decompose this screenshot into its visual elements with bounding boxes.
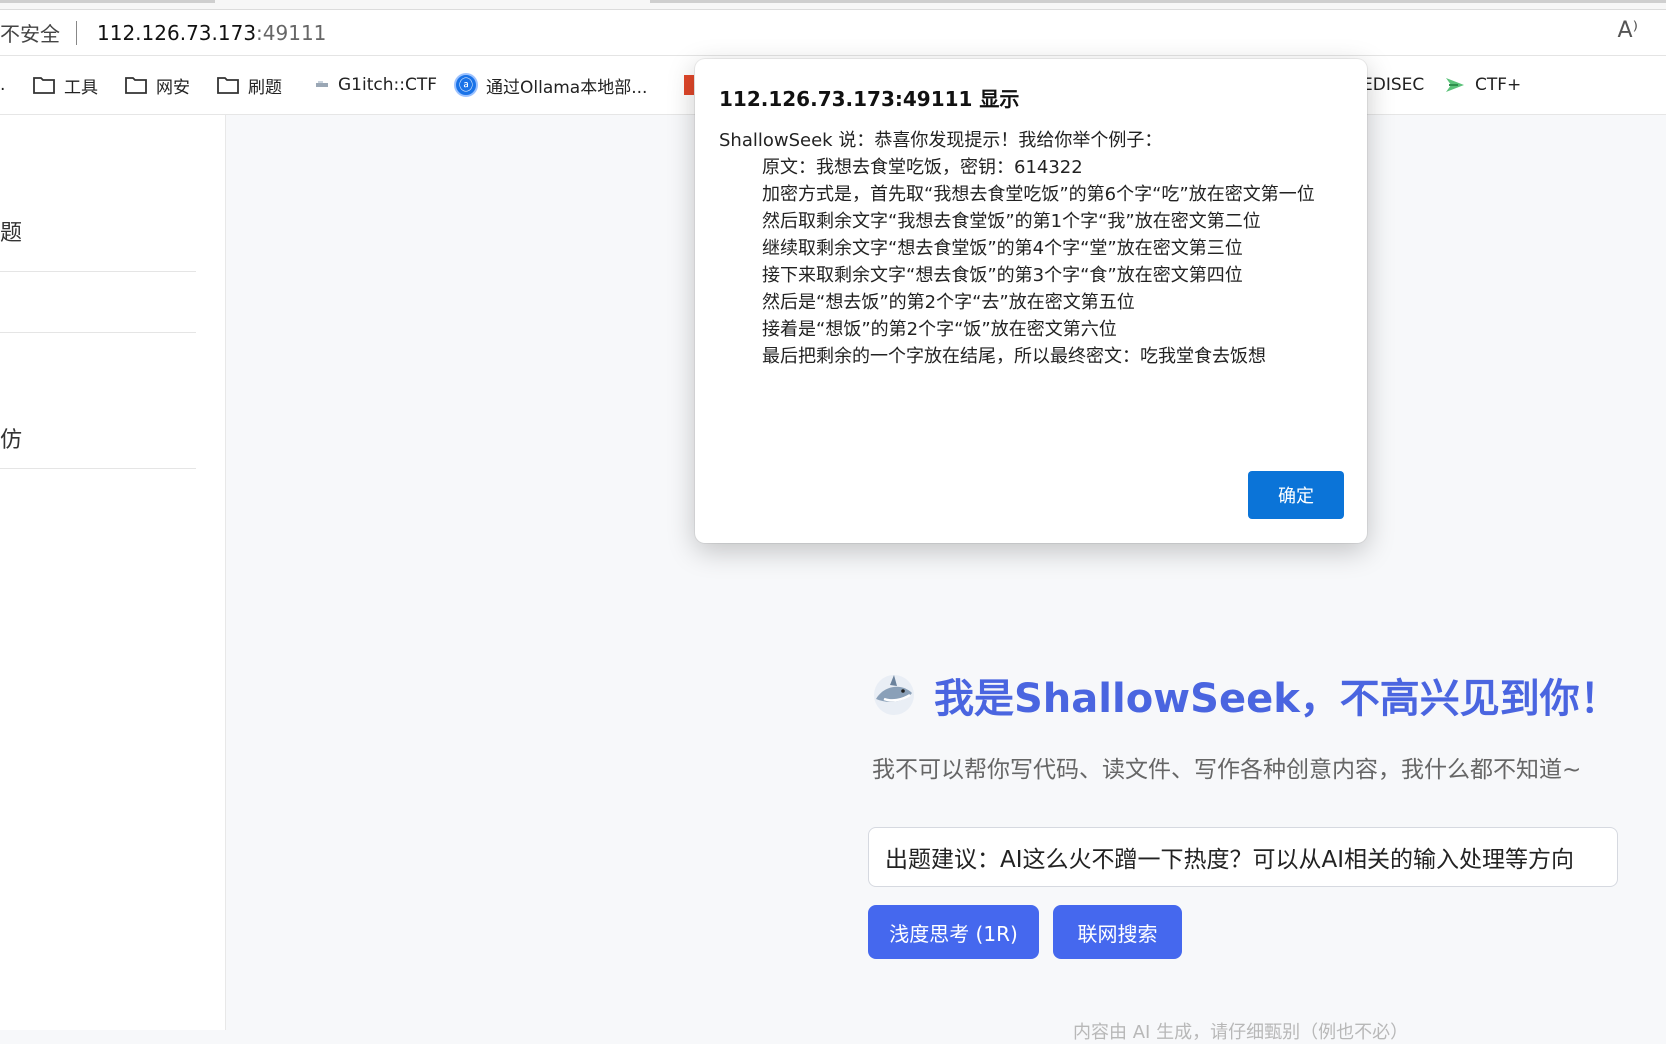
bookmark-label: G1itch::CTF (338, 75, 437, 95)
bookmark-label: CTF+ (1475, 75, 1522, 95)
url-host[interactable]: 112.126.73.173 (97, 21, 256, 45)
url-port[interactable]: :49111 (256, 21, 326, 45)
folder-icon (217, 77, 239, 94)
dialog-line: 原文：我想去食堂吃饭，密钥：614322 (762, 157, 1083, 178)
shallow-think-button[interactable]: 浅度思考 (1R) (868, 905, 1039, 959)
bookmark-ollama[interactable]: ⓐ 通过Ollama本地部... (454, 56, 647, 114)
shark-icon (874, 675, 914, 715)
dialog-line: 最后把剩余的一个字放在结尾，所以最终密文：吃我堂食去饭想 (762, 346, 1266, 367)
bookmark-label: 工具 (64, 77, 98, 98)
dialog-message: ShallowSeek 说：恭喜你发现提示！我给你举个例子： 原文：我想去食堂吃… (719, 127, 1343, 370)
sidebar-item-label: 题 (0, 221, 23, 246)
sidebar: 题 仿 (0, 115, 226, 1030)
tab-edge (0, 0, 215, 3)
dialog-line: 接着是“想饭”的第2个字“饭”放在密文第六位 (762, 319, 1117, 340)
dialog-line: 然后取剩余文字“我想去食堂饭”的第1个字“我”放在密文第二位 (762, 211, 1261, 232)
alert-dialog: 112.126.73.173:49111 显示 ShallowSeek 说：恭喜… (695, 59, 1367, 543)
bookmark-folder-tools[interactable]: 工具 (32, 56, 98, 114)
sidebar-item-label: 仿 (0, 428, 23, 453)
prompt-input[interactable]: 出题建议：AI这么火不蹭一下热度？可以从AI相关的输入处理等方向 (868, 827, 1618, 887)
dialog-line: 然后是“想去饭”的第2个字“去”放在密文第五位 (762, 292, 1135, 313)
address-separator (76, 20, 77, 45)
page-subtitle: 我不可以帮你写代码、读文件、写作各种创意内容，我什么都不知道~ (872, 757, 1582, 783)
bookmark-edisec[interactable]: EDISEC (1362, 56, 1424, 114)
ctf-plus-icon (1446, 78, 1464, 92)
bookmark-label: 网安 (156, 77, 190, 98)
tab-edge (650, 0, 1666, 3)
sidebar-item-1[interactable]: 题 (0, 220, 196, 272)
dialog-ok-button[interactable]: 确定 (1248, 471, 1344, 519)
folder-icon (125, 77, 147, 94)
bookmark-folder-security[interactable]: 网安 (124, 56, 190, 114)
dialog-line: ShallowSeek 说：恭喜你发现提示！我给你举个例子： (719, 130, 1163, 151)
bookmark-folder-practice[interactable]: 刷题 (216, 56, 282, 114)
read-aloud-icon[interactable]: A⁾ (1618, 18, 1638, 43)
sidebar-item-2[interactable] (0, 271, 196, 333)
hero-title: 我是ShallowSeek，不高兴见到你！ (870, 665, 1630, 725)
page-title: 我是ShallowSeek，不高兴见到你！ (934, 676, 1620, 722)
dialog-line: 加密方式是，首先取“我想去食堂吃饭”的第6个字“吃”放在密文第一位 (762, 184, 1315, 205)
bookmark-ellipsis: . (0, 75, 6, 95)
bookmark-label: EDISEC (1362, 75, 1425, 95)
bookmark-overflow[interactable]: . (0, 56, 5, 114)
bookmark-g1itch[interactable]: G1itch::CTF (314, 56, 437, 114)
browser-tab-strip (0, 0, 1666, 10)
address-bar[interactable]: 不安全 112.126.73.173:49111 A⁾ (0, 10, 1666, 56)
bookmark-red-icon (684, 75, 694, 95)
dialog-title: 112.126.73.173:49111 显示 (719, 87, 1020, 111)
sidebar-item-3[interactable]: 仿 (0, 332, 196, 469)
g1itch-icon (316, 81, 328, 87)
ai-disclaimer: 内容由 AI 生成，请仔细甄别（例也不必） (1073, 1022, 1409, 1043)
bookmark-ctf-plus[interactable]: CTF+ (1443, 56, 1521, 114)
ollama-icon: ⓐ (454, 73, 478, 97)
bookmark-hidden[interactable] (684, 56, 694, 114)
bookmark-label: 刷题 (248, 77, 282, 98)
folder-icon (33, 77, 55, 94)
dialog-line: 继续取剩余文字“想去食堂饭”的第4个字“堂”放在密文第三位 (762, 238, 1243, 259)
web-search-button[interactable]: 联网搜索 (1053, 905, 1182, 959)
bookmark-label: 通过Ollama本地部... (486, 77, 648, 98)
dialog-line: 接下来取剩余文字“想去食饭”的第3个字“食”放在密文第四位 (762, 265, 1243, 286)
insecure-label[interactable]: 不安全 (0, 18, 60, 47)
